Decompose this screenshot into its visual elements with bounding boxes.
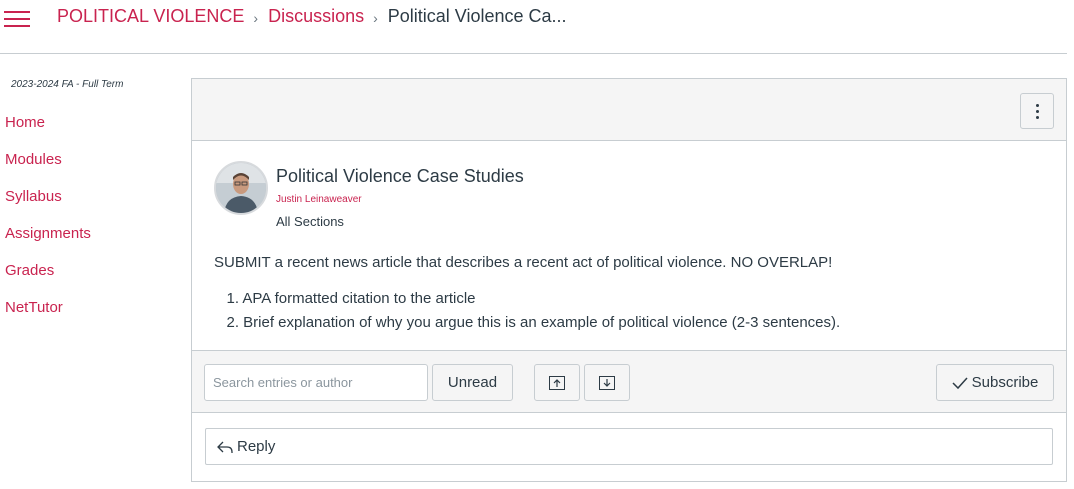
discussion-panel: Political Violence Case Studies Justin L… xyxy=(191,78,1067,482)
subscribe-label: Subscribe xyxy=(971,374,1039,391)
discussion-toolbar: Unread Subscribe xyxy=(192,350,1066,413)
sidebar-item-syllabus[interactable]: Syllabus xyxy=(5,188,91,225)
sidebar-item-grades[interactable]: Grades xyxy=(5,262,91,299)
list-item: 1. APA formatted citation to the article xyxy=(214,290,840,314)
breadcrumb-course-link[interactable]: POLITICAL VIOLENCE xyxy=(57,6,244,27)
reply-button[interactable]: Reply xyxy=(205,428,1053,465)
checkmark-icon xyxy=(952,376,968,389)
options-menu-button[interactable] xyxy=(1020,93,1054,129)
discussion-prompt: SUBMIT a recent news article that descri… xyxy=(214,254,833,271)
avatar-photo xyxy=(216,163,266,213)
sidebar-item-assignments[interactable]: Assignments xyxy=(5,225,91,262)
reply-label: Reply xyxy=(237,438,276,455)
reply-area: Reply xyxy=(192,413,1066,481)
unread-filter-button[interactable]: Unread xyxy=(432,364,513,401)
reply-arrow-icon xyxy=(217,441,233,453)
list-item: 2. Brief explanation of why you argue th… xyxy=(214,314,840,338)
chevron-right-icon: › xyxy=(253,9,259,26)
list-item-number: 1. xyxy=(226,290,239,307)
course-navigation: Home Modules Syllabus Assignments Grades… xyxy=(5,114,91,336)
sidebar-item-home[interactable]: Home xyxy=(5,114,91,151)
sections-label: All Sections xyxy=(276,214,344,229)
global-header: POLITICAL VIOLENCE › Discussions › Polit… xyxy=(0,0,1067,54)
breadcrumb-current-page: Political Violence Ca... xyxy=(387,6,567,26)
collapse-up-icon xyxy=(549,375,565,390)
discussion-header-bar xyxy=(192,79,1066,141)
subscribe-button[interactable]: Subscribe xyxy=(936,364,1054,401)
list-item-number: 2. xyxy=(226,314,239,331)
author-name-link[interactable]: Justin Leinaweaver xyxy=(276,194,362,205)
breadcrumb: POLITICAL VIOLENCE › Discussions › Polit… xyxy=(57,6,567,27)
list-item-text: APA formatted citation to the article xyxy=(242,290,476,307)
sidebar-item-nettutor[interactable]: NetTutor xyxy=(5,299,91,336)
instructions-list: 1. APA formatted citation to the article… xyxy=(214,290,840,338)
search-input[interactable] xyxy=(204,364,428,401)
hamburger-menu-icon[interactable] xyxy=(4,8,30,30)
breadcrumb-discussions-link[interactable]: Discussions xyxy=(268,6,364,27)
discussion-title: Political Violence Case Studies xyxy=(276,166,524,186)
expand-down-icon xyxy=(599,375,615,390)
chevron-right-icon: › xyxy=(373,9,378,26)
collapse-replies-button[interactable] xyxy=(534,364,580,401)
expand-replies-button[interactable] xyxy=(584,364,630,401)
author-avatar[interactable] xyxy=(214,161,268,215)
list-item-text: Brief explanation of why you argue this … xyxy=(243,314,841,331)
kebab-menu-icon xyxy=(1036,104,1039,107)
course-term-label: 2023-2024 FA - Full Term xyxy=(11,79,124,90)
sidebar-item-modules[interactable]: Modules xyxy=(5,151,91,188)
